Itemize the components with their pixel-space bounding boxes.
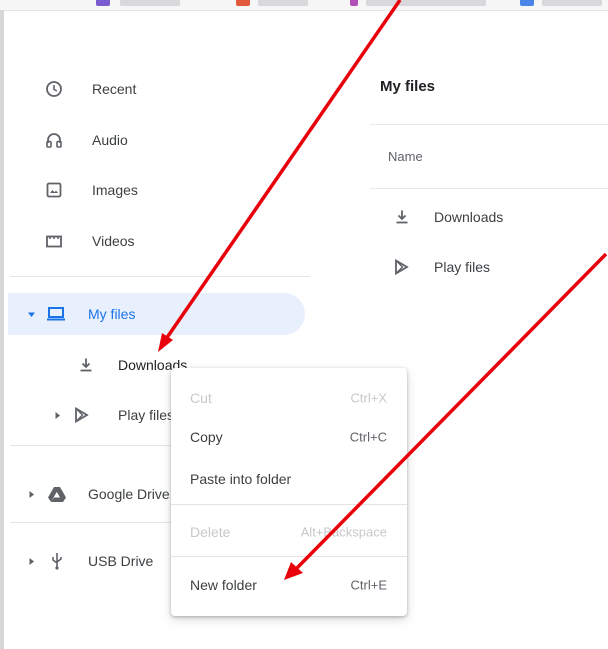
sidebar-item-label: Images bbox=[92, 182, 138, 198]
file-row-play-files[interactable]: Play files bbox=[392, 255, 490, 279]
sidebar-item-label: My files bbox=[88, 306, 136, 322]
sidebar-item-label: Recent bbox=[92, 81, 137, 97]
image-icon bbox=[44, 180, 64, 200]
sidebar-item-play-files[interactable]: Play files bbox=[52, 402, 174, 428]
bookmark-item[interactable] bbox=[120, 0, 180, 6]
usb-icon bbox=[46, 552, 68, 570]
menu-item-shortcut: Alt+Backspace bbox=[300, 524, 387, 540]
bookmark-icon[interactable] bbox=[236, 0, 250, 6]
bookmark-item[interactable] bbox=[258, 0, 308, 6]
laptop-icon bbox=[46, 306, 68, 322]
header-divider bbox=[370, 124, 608, 125]
bookmark-icon[interactable] bbox=[96, 0, 110, 6]
google-drive-icon bbox=[46, 486, 68, 502]
menu-item-cut: Cut Ctrl+X bbox=[171, 382, 407, 414]
clock-icon bbox=[44, 79, 64, 99]
sidebar-item-google-drive[interactable]: Google Drive bbox=[26, 481, 170, 507]
window-edge bbox=[0, 10, 4, 649]
download-icon bbox=[392, 209, 412, 225]
menu-item-delete: Delete Alt+Backspace bbox=[171, 516, 407, 548]
video-icon bbox=[44, 231, 64, 251]
bookmark-icon[interactable] bbox=[350, 0, 358, 6]
sidebar-item-videos[interactable]: Videos bbox=[44, 228, 135, 254]
play-store-icon bbox=[72, 407, 92, 423]
bookmark-item[interactable] bbox=[542, 0, 602, 6]
sidebar-item-label: Play files bbox=[118, 407, 175, 423]
expand-caret-icon[interactable] bbox=[52, 410, 62, 420]
page-title: My files bbox=[380, 78, 436, 95]
menu-separator bbox=[171, 504, 407, 505]
file-name: Downloads bbox=[434, 209, 504, 225]
sidebar-item-audio[interactable]: Audio bbox=[44, 127, 128, 153]
menu-item-new-folder[interactable]: New folder Ctrl+E bbox=[171, 569, 407, 601]
header-divider bbox=[370, 188, 608, 189]
menu-item-paste-into-folder[interactable]: Paste into folder bbox=[171, 463, 407, 495]
menu-item-shortcut: Ctrl+C bbox=[349, 429, 387, 445]
context-menu: Cut Ctrl+X Copy Ctrl+C Paste into folder… bbox=[171, 368, 407, 616]
sidebar-item-label: Audio bbox=[92, 132, 128, 148]
annotation-arrow-to-downloads bbox=[164, 0, 402, 340]
arrowhead-icon bbox=[158, 333, 173, 352]
sidebar-item-images[interactable]: Images bbox=[44, 177, 138, 203]
bookmark-item[interactable] bbox=[366, 0, 486, 6]
sidebar-item-my-files[interactable]: My files bbox=[26, 301, 135, 327]
expand-caret-icon[interactable] bbox=[26, 489, 36, 499]
file-name: Play files bbox=[434, 259, 491, 275]
menu-separator bbox=[171, 556, 407, 557]
menu-item-label: Paste into folder bbox=[190, 471, 292, 487]
sidebar-item-label: Videos bbox=[92, 233, 135, 249]
sidebar-item-label: Google Drive bbox=[88, 486, 170, 502]
file-row-downloads[interactable]: Downloads bbox=[392, 205, 503, 229]
sidebar-divider bbox=[10, 276, 310, 277]
expand-caret-icon[interactable] bbox=[26, 556, 36, 566]
menu-item-label: New folder bbox=[190, 577, 257, 593]
download-icon bbox=[76, 357, 96, 373]
menu-item-label: Cut bbox=[190, 390, 212, 406]
menu-item-shortcut: Ctrl+X bbox=[350, 390, 387, 406]
menu-item-shortcut: Ctrl+E bbox=[350, 577, 387, 593]
column-header-name[interactable]: Name bbox=[388, 149, 423, 164]
play-store-icon bbox=[392, 259, 412, 275]
sidebar-item-label: USB Drive bbox=[88, 553, 154, 569]
sidebar-item-usb-drive[interactable]: USB Drive bbox=[26, 548, 153, 574]
menu-item-copy[interactable]: Copy Ctrl+C bbox=[171, 421, 407, 453]
sidebar-item-recent[interactable]: Recent bbox=[44, 76, 136, 102]
menu-item-label: Copy bbox=[190, 429, 223, 445]
bookmark-icon[interactable] bbox=[520, 0, 534, 6]
menu-item-label: Delete bbox=[190, 524, 231, 540]
bookmarks-bar bbox=[0, 0, 608, 11]
headphones-icon bbox=[44, 130, 64, 150]
expand-caret-icon[interactable] bbox=[26, 309, 36, 319]
